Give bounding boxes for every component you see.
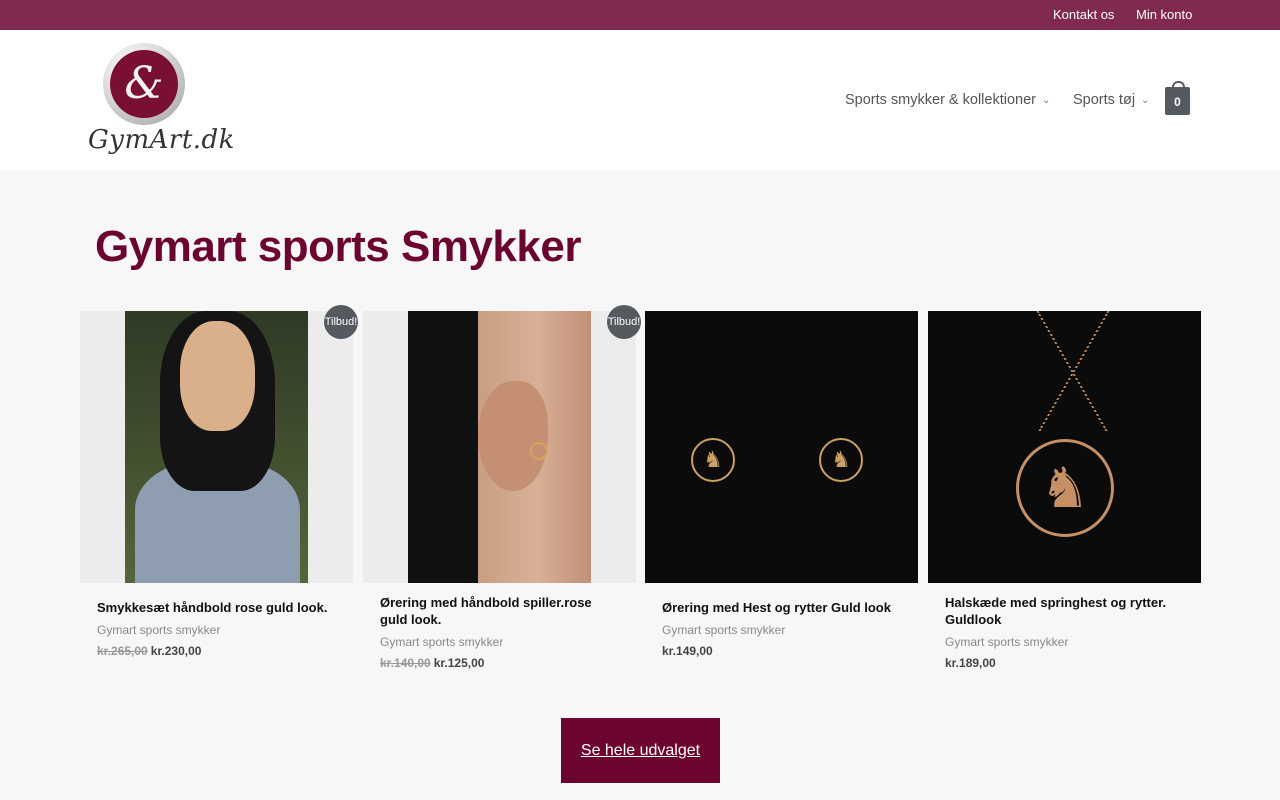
- product-price: kr.149,00: [662, 644, 713, 658]
- product-image[interactable]: [363, 311, 636, 583]
- photo-earring: [530, 442, 548, 460]
- product-image[interactable]: [80, 311, 353, 583]
- photo-face: [180, 321, 255, 431]
- nav-item-sports-jewelry[interactable]: Sports smykker & kollektioner ⌄: [845, 92, 1050, 108]
- product-image[interactable]: [928, 311, 1201, 583]
- logo-emblem: &: [124, 58, 164, 109]
- earring-left: [691, 438, 735, 482]
- product-category[interactable]: Gymart sports smykker: [97, 623, 220, 637]
- product-card[interactable]: Ørering med Hest og rytter Guld look Gym…: [645, 311, 918, 658]
- cart-count: 0: [1174, 95, 1181, 109]
- photo-background: [125, 311, 308, 583]
- nav-item-label: Sports smykker & kollektioner: [845, 92, 1036, 108]
- page-title: Gymart sports Smykker: [95, 222, 581, 271]
- product-card[interactable]: Halskæde med springhest og rytter. Guldl…: [928, 311, 1201, 670]
- product-category[interactable]: Gymart sports smykker: [662, 623, 785, 637]
- earring-right: [819, 438, 863, 482]
- product-card[interactable]: Tilbud! Ørering med håndbold spiller.ros…: [363, 305, 641, 670]
- product-card[interactable]: Tilbud! Smykkesæt håndbold rose guld loo…: [80, 305, 358, 658]
- product-title[interactable]: Smykkesæt håndbold rose guld look.: [97, 599, 337, 616]
- product-category[interactable]: Gymart sports smykker: [945, 635, 1068, 649]
- product-category[interactable]: Gymart sports smykker: [380, 635, 503, 649]
- current-price: kr.189,00: [945, 656, 996, 670]
- site-logo[interactable]: & GymArt.dk: [88, 43, 235, 159]
- photo-hair: [408, 311, 478, 583]
- current-price: kr.149,00: [662, 644, 713, 658]
- nav-item-label: Sports tøj: [1073, 92, 1136, 108]
- top-bar: Kontakt os Min konto: [0, 0, 1280, 30]
- cart-button[interactable]: 0: [1165, 81, 1190, 115]
- chevron-down-icon: ⌄: [1141, 95, 1150, 106]
- product-price: kr.140,00 kr.125,00: [380, 656, 484, 670]
- see-all-button[interactable]: Se hele udvalget: [561, 718, 720, 783]
- current-price: kr.125,00: [433, 656, 485, 670]
- sale-badge: Tilbud!: [607, 305, 641, 339]
- product-title[interactable]: Ørering med Hest og rytter Guld look: [662, 599, 902, 616]
- product-title[interactable]: Ørering med håndbold spiller.rose guld l…: [380, 594, 620, 628]
- current-price: kr.230,00: [150, 644, 202, 658]
- nav-item-sports-clothing[interactable]: Sports tøj ⌄: [1073, 92, 1149, 108]
- product-image[interactable]: [645, 311, 918, 583]
- photo-background: [408, 311, 591, 583]
- chevron-down-icon: ⌄: [1041, 95, 1051, 106]
- old-price: kr.140,00: [380, 656, 431, 670]
- site-header: & GymArt.dk Sports smykker & kollektione…: [0, 30, 1280, 171]
- sale-badge: Tilbud!: [324, 305, 358, 339]
- my-account-link[interactable]: Min konto: [1136, 7, 1192, 22]
- contact-link[interactable]: Kontakt os: [1053, 7, 1114, 22]
- product-price: kr.189,00: [945, 656, 996, 670]
- photo-ear: [478, 381, 548, 491]
- product-price: kr.265,00 kr.230,00: [97, 644, 201, 658]
- old-price: kr.265,00: [97, 644, 148, 658]
- logo-text: GymArt.dk: [88, 125, 235, 155]
- necklace-pendant: [1016, 439, 1114, 537]
- product-title[interactable]: Halskæde med springhest og rytter. Guldl…: [945, 594, 1185, 628]
